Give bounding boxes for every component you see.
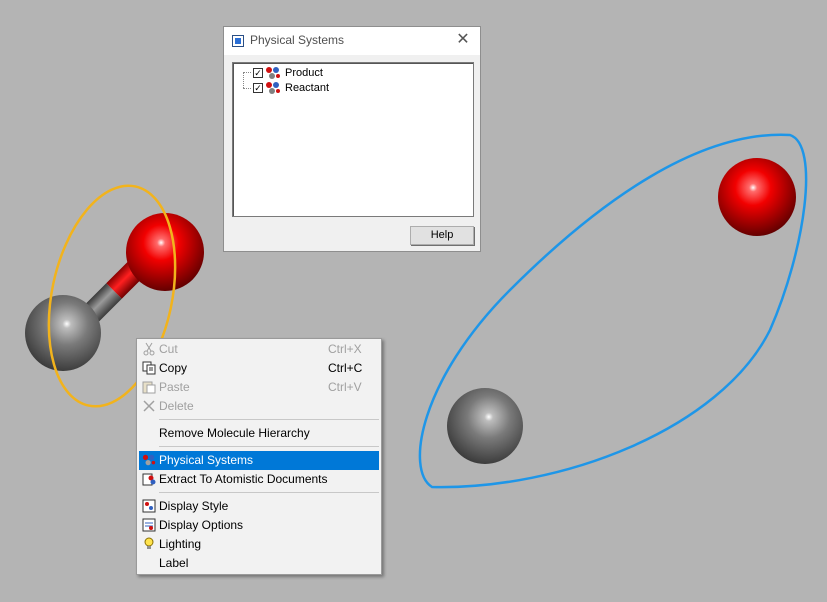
display-style-icon <box>142 499 156 513</box>
menu-item-label[interactable]: Label <box>139 554 379 573</box>
menu-item-lighting[interactable]: Lighting <box>139 535 379 554</box>
molecule-system-icon <box>142 454 156 466</box>
menu-shortcut: Ctrl+C <box>328 361 363 375</box>
menu-item-delete[interactable]: Delete <box>139 397 379 416</box>
menu-item-remove-molecule-hierarchy[interactable]: Remove Molecule Hierarchy <box>139 424 379 443</box>
menu-item-paste[interactable]: Paste Ctrl+V <box>139 378 379 397</box>
menu-label: Label <box>159 556 189 570</box>
help-button[interactable]: Help <box>410 226 474 245</box>
reactant-checkbox[interactable]: ✓ <box>253 82 263 93</box>
physical-systems-dialog: Physical Systems ✕ ✓ Product ✓ Reactant … <box>223 26 481 252</box>
oxygen-atom-separated[interactable] <box>718 158 796 236</box>
paste-icon <box>142 381 156 394</box>
menu-label: Extract To Atomistic Documents <box>159 472 328 486</box>
display-options-icon <box>142 518 156 532</box>
menu-separator <box>159 446 379 447</box>
menu-shortcut: Ctrl+V <box>328 380 362 394</box>
menu-item-cut[interactable]: Cut Ctrl+X <box>139 340 379 359</box>
menu-label: Physical Systems <box>159 453 254 467</box>
menu-item-display-style[interactable]: Display Style <box>139 497 379 516</box>
menu-separator <box>159 492 379 493</box>
lightbulb-icon <box>144 537 154 549</box>
menu-item-extract-to-atomistic-documents[interactable]: Extract To Atomistic Documents <box>139 470 379 489</box>
menu-label: Display Style <box>159 499 229 513</box>
tree-item-label: Reactant <box>285 81 330 94</box>
physical-systems-tree[interactable]: ✓ Product ✓ Reactant <box>232 62 474 217</box>
menu-shortcut: Ctrl+X <box>328 342 362 356</box>
molecule-system-icon <box>266 81 280 94</box>
oxygen-atom[interactable] <box>126 213 204 291</box>
window-icon <box>232 35 244 47</box>
menu-item-copy[interactable]: Copy Ctrl+C <box>139 359 379 378</box>
dialog-titlebar[interactable]: Physical Systems ✕ <box>224 27 480 55</box>
context-menu: Cut Ctrl+X Copy Ctrl+C Paste Ctrl+V Dele… <box>136 338 382 575</box>
menu-item-display-options[interactable]: Display Options <box>139 516 379 535</box>
dialog-title: Physical Systems <box>250 33 345 47</box>
copy-icon <box>142 361 156 375</box>
tree-item-reactant[interactable]: ✓ Reactant <box>241 80 329 95</box>
close-icon[interactable]: ✕ <box>452 30 474 50</box>
delete-x-icon <box>143 400 155 412</box>
menu-label: Cut <box>159 342 178 356</box>
menu-label: Lighting <box>159 537 202 551</box>
product-checkbox[interactable]: ✓ <box>253 67 263 78</box>
molecule-system-icon <box>266 66 280 79</box>
menu-label: Delete <box>159 399 194 413</box>
menu-label: Remove Molecule Hierarchy <box>159 426 310 440</box>
menu-separator <box>159 419 379 420</box>
extract-icon <box>142 473 156 486</box>
tree-item-product[interactable]: ✓ Product <box>241 65 323 80</box>
menu-label: Paste <box>159 380 190 394</box>
menu-label: Copy <box>159 361 188 375</box>
menu-label: Display Options <box>159 518 244 532</box>
scissors-icon <box>143 342 155 356</box>
carbon-atom-separated[interactable] <box>447 388 523 464</box>
tree-item-label: Product <box>285 66 323 79</box>
menu-item-physical-systems[interactable]: Physical Systems <box>139 451 379 470</box>
carbon-atom[interactable] <box>25 295 101 371</box>
